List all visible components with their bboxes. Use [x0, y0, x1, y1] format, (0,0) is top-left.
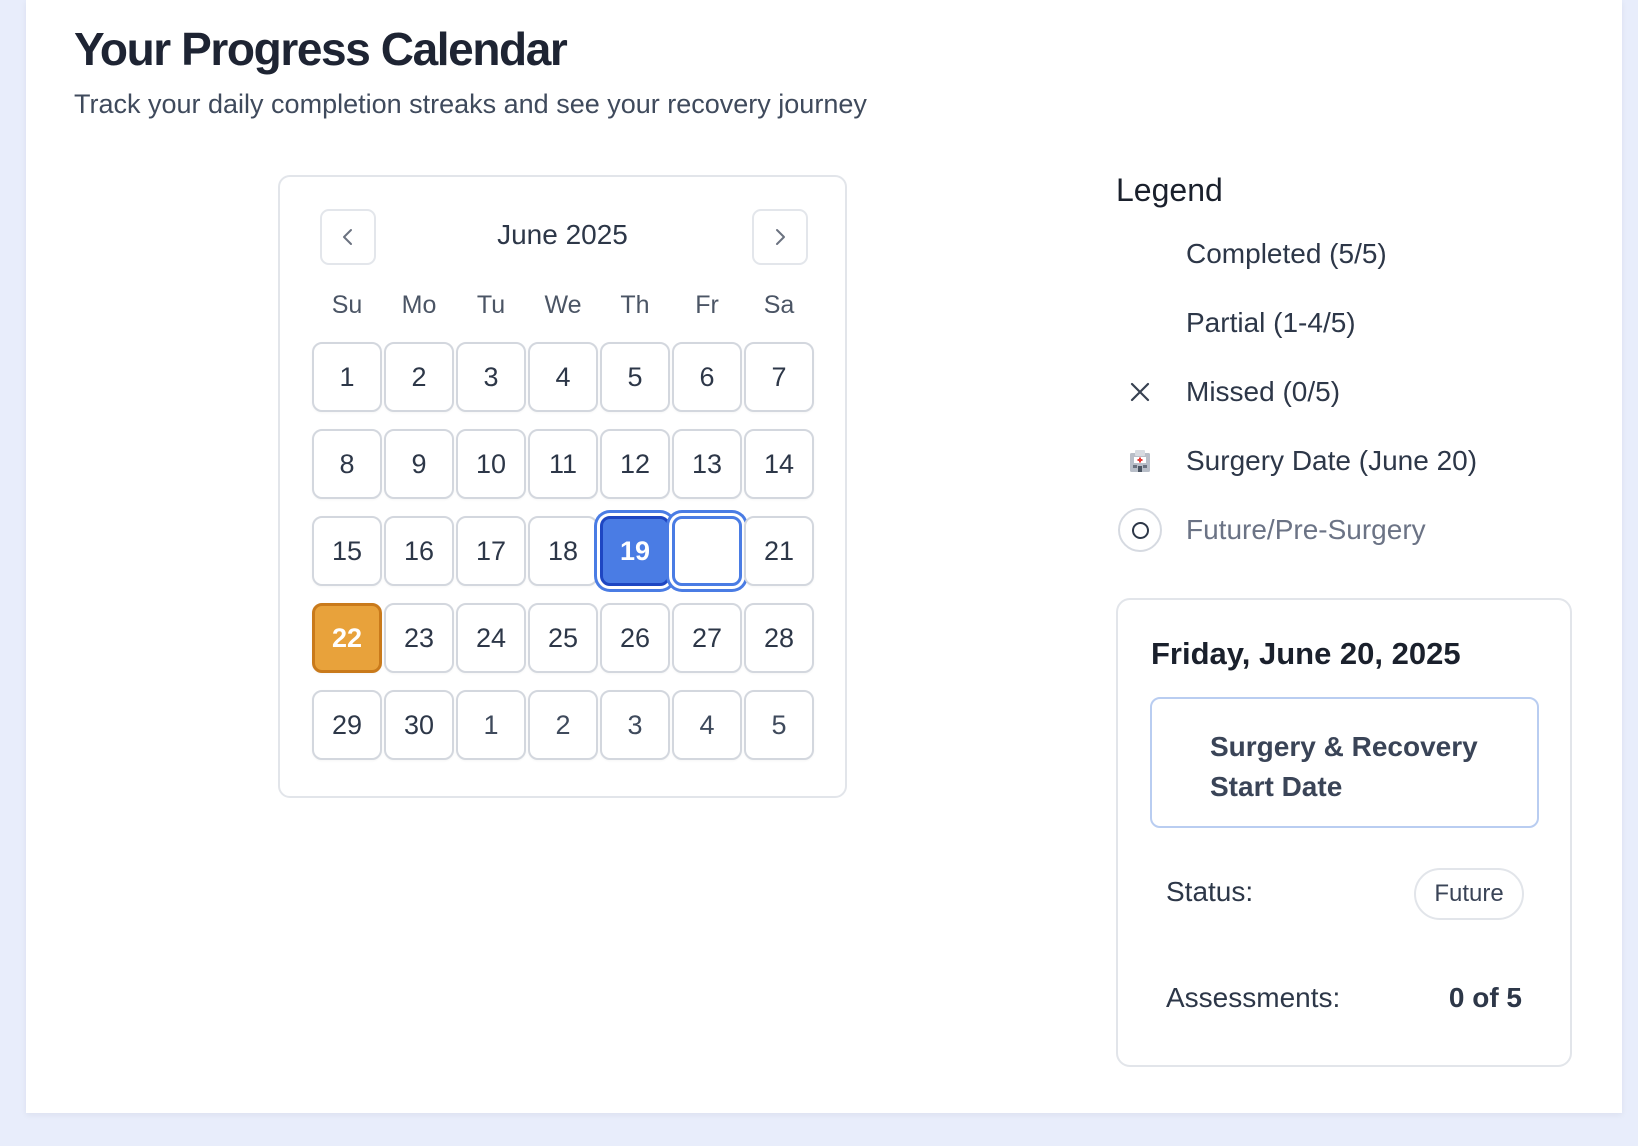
weekday-label: Mo [401, 291, 437, 319]
assessments-value: 0 of 5 [1448, 982, 1522, 1013]
next-month-button[interactable] [752, 209, 808, 265]
legend-item-partial: Partial (1-4/5) [1116, 299, 1596, 347]
weekday-label: Th [620, 291, 650, 319]
weekday-label: Su [331, 291, 363, 319]
calendar-day[interactable]: 17 [456, 516, 526, 586]
calendar-day[interactable]: 12 [600, 429, 670, 499]
calendar-day-next-month[interactable]: 2 [528, 690, 598, 760]
chevron-right-icon [776, 229, 785, 245]
selected-date-title: Friday, June 20, 2025 [1151, 636, 1461, 671]
page-subtitle: Track your daily completion streaks and … [74, 89, 867, 119]
calendar-day[interactable]: 10 [456, 429, 526, 499]
calendar-day[interactable]: 21 [744, 516, 814, 586]
day-detail-card: Friday, June 20, 2025 Surgery & Recovery… [1116, 598, 1572, 1067]
calendar-card: June 2025 Su Mo Tu We Th Fr Sa 1 2 3 4 5 6 7 8 9 10 11 12… [278, 175, 847, 798]
calendar-day-next-month[interactable]: 1 [456, 690, 526, 760]
calendar-day-streak[interactable]: 22 [312, 603, 382, 673]
weekday-label: Tu [476, 291, 506, 319]
calendar-day[interactable]: 4 [528, 342, 598, 412]
weekday-label: We [544, 291, 582, 319]
page-title: Your Progress Calendar [74, 23, 568, 75]
calendar-day[interactable]: 16 [384, 516, 454, 586]
event-box: Surgery & Recovery Start Date [1150, 697, 1539, 828]
x-icon [1116, 368, 1164, 416]
legend-label-missed: Missed (0/5) [1186, 376, 1341, 407]
calendar-day[interactable]: 2 [384, 342, 454, 412]
legend-item-surgery: Surgery Date (June 20) [1116, 437, 1596, 485]
weekday-label: Fr [695, 291, 719, 319]
calendar-day[interactable]: 13 [672, 429, 742, 499]
hospital-icon [1116, 437, 1164, 485]
legend-item-completed: Completed (5/5) [1116, 230, 1596, 278]
calendar-day[interactable]: 18 [528, 516, 598, 586]
calendar-day-next-month[interactable]: 3 [600, 690, 670, 760]
legend-item-missed: Missed (0/5) [1116, 368, 1596, 416]
calendar-day[interactable]: 30 [384, 690, 454, 760]
calendar-day[interactable]: 11 [528, 429, 598, 499]
calendar-day[interactable]: 9 [384, 429, 454, 499]
legend-label-completed: Completed (5/5) [1186, 238, 1387, 269]
calendar-day[interactable]: 15 [312, 516, 382, 586]
calendar-day[interactable]: 28 [744, 603, 814, 673]
calendar-day[interactable]: 14 [744, 429, 814, 499]
legend-label-partial: Partial (1-4/5) [1186, 307, 1356, 338]
completed-icon [1116, 230, 1164, 278]
weekday-label: Sa [763, 291, 795, 319]
calendar-day[interactable]: 24 [456, 603, 526, 673]
calendar-day[interactable]: 27 [672, 603, 742, 673]
calendar-day[interactable]: 29 [312, 690, 382, 760]
calendar-day[interactable]: 5 [600, 342, 670, 412]
calendar-day[interactable]: 23 [384, 603, 454, 673]
status-label: Status: [1166, 876, 1254, 907]
calendar-day[interactable]: 7 [744, 342, 814, 412]
calendar-day-surgery[interactable] [672, 516, 742, 586]
calendar-day[interactable]: 8 [312, 429, 382, 499]
circle-icon [1116, 506, 1164, 554]
legend-label-future: Future/Pre-Surgery [1186, 514, 1426, 545]
event-label: Surgery & Recovery Start Date [1210, 731, 1478, 802]
calendar-day-today[interactable]: 19 [600, 516, 670, 586]
calendar-day[interactable]: 3 [456, 342, 526, 412]
partial-icon [1116, 299, 1164, 347]
status-badge: Future [1414, 868, 1524, 920]
calendar-day-next-month[interactable]: 4 [672, 690, 742, 760]
calendar-day[interactable]: 26 [600, 603, 670, 673]
progress-calendar-page: Your Progress Calendar Track your daily … [26, 0, 1622, 1113]
legend-label-surgery: Surgery Date (June 20) [1186, 445, 1478, 476]
calendar-day[interactable]: 1 [312, 342, 382, 412]
legend-title: Legend [1116, 172, 1223, 208]
calendar-day[interactable]: 25 [528, 603, 598, 673]
calendar-day-next-month[interactable]: 5 [744, 690, 814, 760]
assessments-label: Assessments: [1166, 982, 1341, 1013]
calendar-day[interactable]: 6 [672, 342, 742, 412]
legend-item-future: Future/Pre-Surgery [1116, 506, 1596, 554]
